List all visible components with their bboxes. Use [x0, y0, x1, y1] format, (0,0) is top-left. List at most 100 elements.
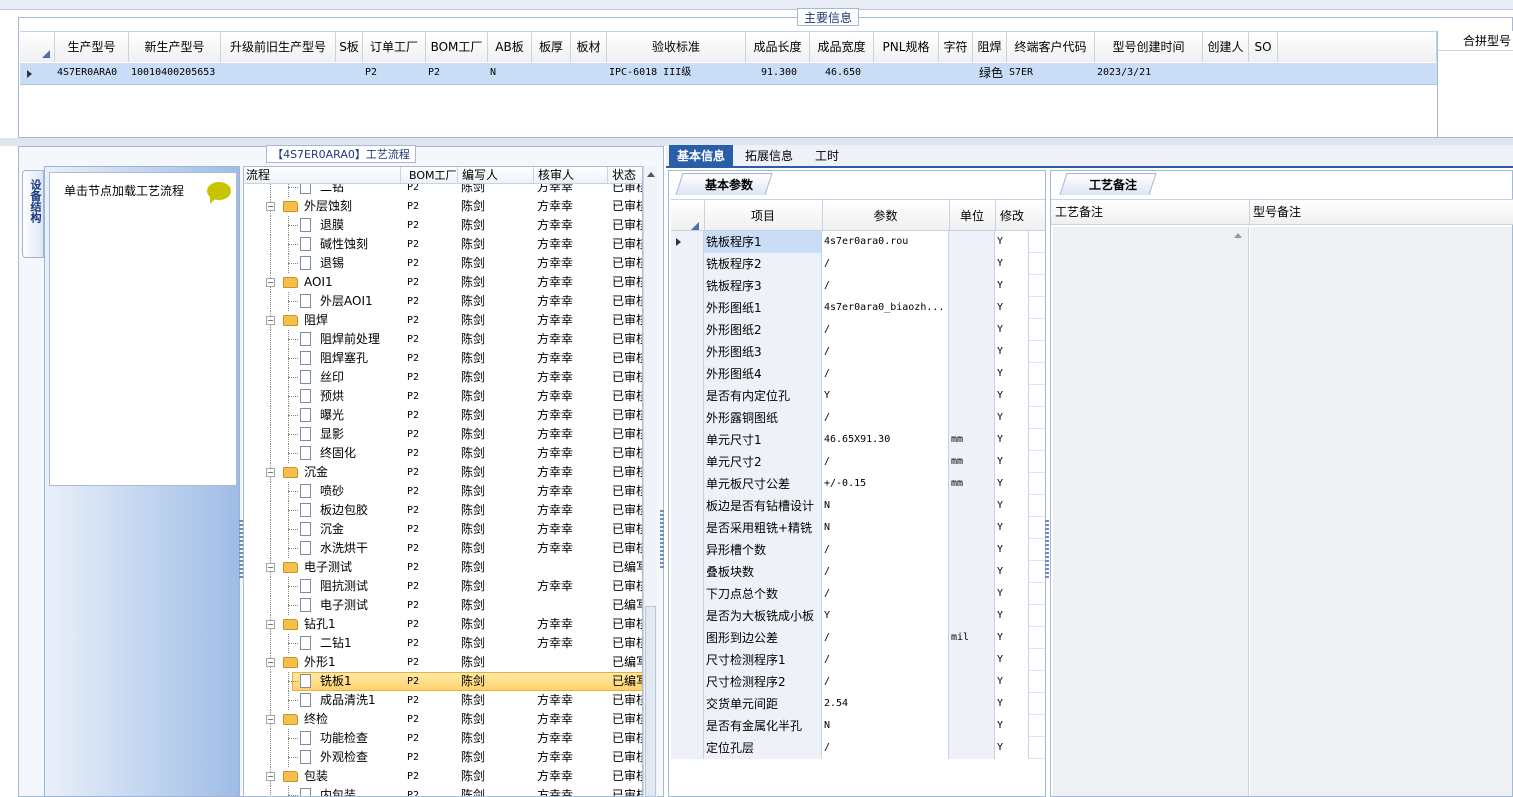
- model-remark-area[interactable]: [1250, 227, 1512, 796]
- main-cell-6[interactable]: N: [488, 63, 532, 83]
- tree-node[interactable]: − 终检 P2 陈剑 方幸幸 已审核: [244, 710, 642, 729]
- param-cell-value[interactable]: /: [822, 671, 949, 693]
- param-cell-value[interactable]: /: [822, 583, 949, 605]
- param-cell-value[interactable]: 4s7er0ara0_biaozh...: [822, 297, 949, 319]
- tree-node[interactable]: − 阻焊 P2 陈剑 方幸幸 已审核: [244, 311, 642, 330]
- col-param[interactable]: 参数: [822, 200, 949, 232]
- tab-work-hours[interactable]: 工时: [807, 145, 847, 168]
- param-row[interactable]: 是否为大板铣成小板 Y Y: [671, 605, 1045, 627]
- main-cell-13[interactable]: [939, 63, 973, 83]
- tree-node[interactable]: 喷砂 P2 陈剑 方幸幸 已审核: [244, 482, 642, 501]
- tree-node[interactable]: 水洗烘干 P2 陈剑 方幸幸 已审核: [244, 539, 642, 558]
- main-cell-14[interactable]: 绿色: [973, 63, 1007, 83]
- tree-node[interactable]: 电子测试 P2 陈剑 已编写: [244, 596, 642, 615]
- param-cell-value[interactable]: N: [822, 495, 949, 517]
- tree-node[interactable]: 沉金 P2 陈剑 方幸幸 已审核: [244, 520, 642, 539]
- main-col-4[interactable]: 订单工厂: [363, 32, 426, 62]
- col-status[interactable]: 状态: [612, 167, 636, 184]
- param-row[interactable]: 下刀点总个数 / Y: [671, 583, 1045, 605]
- param-cell-value[interactable]: /: [822, 407, 949, 429]
- main-cell-10[interactable]: 91.300: [746, 63, 810, 83]
- main-col-5[interactable]: BOM工厂: [426, 32, 488, 62]
- process-tree-scrollbar[interactable]: [643, 166, 657, 797]
- main-col-11[interactable]: 成品宽度: [810, 32, 874, 62]
- main-cell-15[interactable]: S7ER: [1007, 63, 1095, 83]
- tree-node[interactable]: 外层AOI1 P2 陈剑 方幸幸 已审核: [244, 292, 642, 311]
- param-row[interactable]: 外形图纸1 4s7er0ara0_biaozh... Y: [671, 297, 1045, 319]
- tree-node[interactable]: 退膜 P2 陈剑 方幸幸 已审核: [244, 216, 642, 235]
- col-flow[interactable]: 流程: [246, 167, 270, 184]
- tab-extended-info[interactable]: 拓展信息: [739, 145, 799, 168]
- right-splitter-grip[interactable]: [1045, 520, 1049, 580]
- param-row[interactable]: 异形槽个数 / Y: [671, 539, 1045, 561]
- collapse-toggle-icon[interactable]: −: [266, 202, 275, 211]
- tree-node[interactable]: 阻焊前处理 P2 陈剑 方幸幸 已审核: [244, 330, 642, 349]
- col-item[interactable]: 项目: [704, 200, 822, 232]
- collapse-toggle-icon[interactable]: −: [266, 715, 275, 724]
- param-cell-value[interactable]: N: [822, 517, 949, 539]
- tree-node[interactable]: 阻焊塞孔 P2 陈剑 方幸幸 已审核: [244, 349, 642, 368]
- param-cell-value[interactable]: /: [822, 627, 949, 649]
- process-remark-area[interactable]: [1053, 227, 1249, 796]
- tree-node[interactable]: 二钻 P2 陈剑 方幸幸 已审核: [244, 184, 642, 197]
- param-row[interactable]: 外形露铜图纸 / Y: [671, 407, 1045, 429]
- param-cell-value[interactable]: N: [822, 715, 949, 737]
- col-reviewer[interactable]: 核审人: [538, 167, 574, 184]
- param-cell-value[interactable]: 2.54: [822, 693, 949, 715]
- tree-node[interactable]: 二钻1 P2 陈剑 方幸幸 已审核: [244, 634, 642, 653]
- param-cell-value[interactable]: /: [822, 319, 949, 341]
- main-cell-3[interactable]: [336, 63, 363, 83]
- tree-node[interactable]: 碱性蚀刻 P2 陈剑 方幸幸 已审核: [244, 235, 642, 254]
- tree-node[interactable]: − AOI1 P2 陈剑 方幸幸 已审核: [244, 273, 642, 292]
- tree-node[interactable]: 功能检查 P2 陈剑 方幸幸 已审核: [244, 729, 642, 748]
- main-cell-7[interactable]: [532, 63, 571, 83]
- main-col-7[interactable]: 板厚: [532, 32, 571, 62]
- param-cell-value[interactable]: /: [822, 451, 949, 473]
- tree-node[interactable]: 终固化 P2 陈剑 方幸幸 已审核: [244, 444, 642, 463]
- col-unit[interactable]: 单位: [949, 200, 995, 232]
- main-col-6[interactable]: AB板: [488, 32, 532, 62]
- main-col-17[interactable]: 创建人: [1203, 32, 1249, 62]
- remark-scroll-up-icon[interactable]: [1234, 233, 1242, 238]
- main-col-10[interactable]: 成品长度: [746, 32, 810, 62]
- param-row[interactable]: 单元尺寸2/mm Y: [671, 451, 1045, 473]
- param-cell-value[interactable]: 46.65X91.30: [822, 429, 949, 451]
- param-row[interactable]: 外形图纸2/ Y: [671, 319, 1045, 341]
- main-cell-9[interactable]: IPC-6018 III级: [607, 63, 746, 83]
- param-cell-value[interactable]: Y: [822, 385, 949, 407]
- param-cell-value[interactable]: /: [822, 561, 949, 583]
- param-cell-value[interactable]: /: [822, 341, 949, 363]
- param-cell-value[interactable]: /: [822, 363, 949, 385]
- param-cell-value[interactable]: /: [822, 275, 949, 297]
- tree-node[interactable]: 成品清洗1 P2 陈剑 方幸幸 已审核: [244, 691, 642, 710]
- tree-node[interactable]: 铣板1 P2 陈剑 已编写: [244, 672, 642, 691]
- main-col-1[interactable]: 新生产型号: [129, 32, 221, 62]
- tree-node[interactable]: − 电子测试 P2 陈剑 已编写: [244, 558, 642, 577]
- param-row[interactable]: 铣板程序1 4s7er0ara0.rou Y: [671, 231, 1045, 253]
- param-row[interactable]: 是否有内定位孔 Y Y: [671, 385, 1045, 407]
- main-cell-11[interactable]: 46.650: [810, 63, 874, 83]
- main-col-18[interactable]: SO: [1249, 32, 1278, 62]
- param-row[interactable]: 铣板程序3/ Y: [671, 275, 1045, 297]
- param-cell-value[interactable]: 4s7er0ara0.rou: [822, 231, 949, 253]
- main-col-14[interactable]: 阻焊: [973, 32, 1007, 62]
- tree-node[interactable]: − 钻孔1 P2 陈剑 方幸幸 已审核: [244, 615, 642, 634]
- param-cell-value[interactable]: +/-0.15: [822, 473, 949, 495]
- main-cell-2[interactable]: [221, 63, 336, 83]
- col-process-remark[interactable]: 工艺备注: [1055, 200, 1103, 224]
- tree-node[interactable]: 显影 P2 陈剑 方幸幸 已审核: [244, 425, 642, 444]
- param-cell-value[interactable]: Y: [822, 605, 949, 627]
- param-cell-value[interactable]: /: [822, 649, 949, 671]
- tree-node[interactable]: 预烘 P2 陈剑 方幸幸 已审核: [244, 387, 642, 406]
- collapse-toggle-icon[interactable]: −: [266, 620, 275, 629]
- scroll-thumb[interactable]: [645, 606, 656, 797]
- main-cell-1[interactable]: 10010400205653: [129, 63, 221, 83]
- param-row[interactable]: 铣板程序2/ Y: [671, 253, 1045, 275]
- param-row[interactable]: 外形图纸3/ Y: [671, 341, 1045, 363]
- main-cell-16[interactable]: 2023/3/21: [1095, 63, 1203, 83]
- param-cell-value[interactable]: /: [822, 539, 949, 561]
- param-row[interactable]: 是否有金属化半孔 N Y: [671, 715, 1045, 737]
- main-col-12[interactable]: PNL规格: [874, 32, 939, 62]
- col-model-remark[interactable]: 型号备注: [1253, 200, 1301, 224]
- param-row[interactable]: 尺寸检测程序1/ Y: [671, 649, 1045, 671]
